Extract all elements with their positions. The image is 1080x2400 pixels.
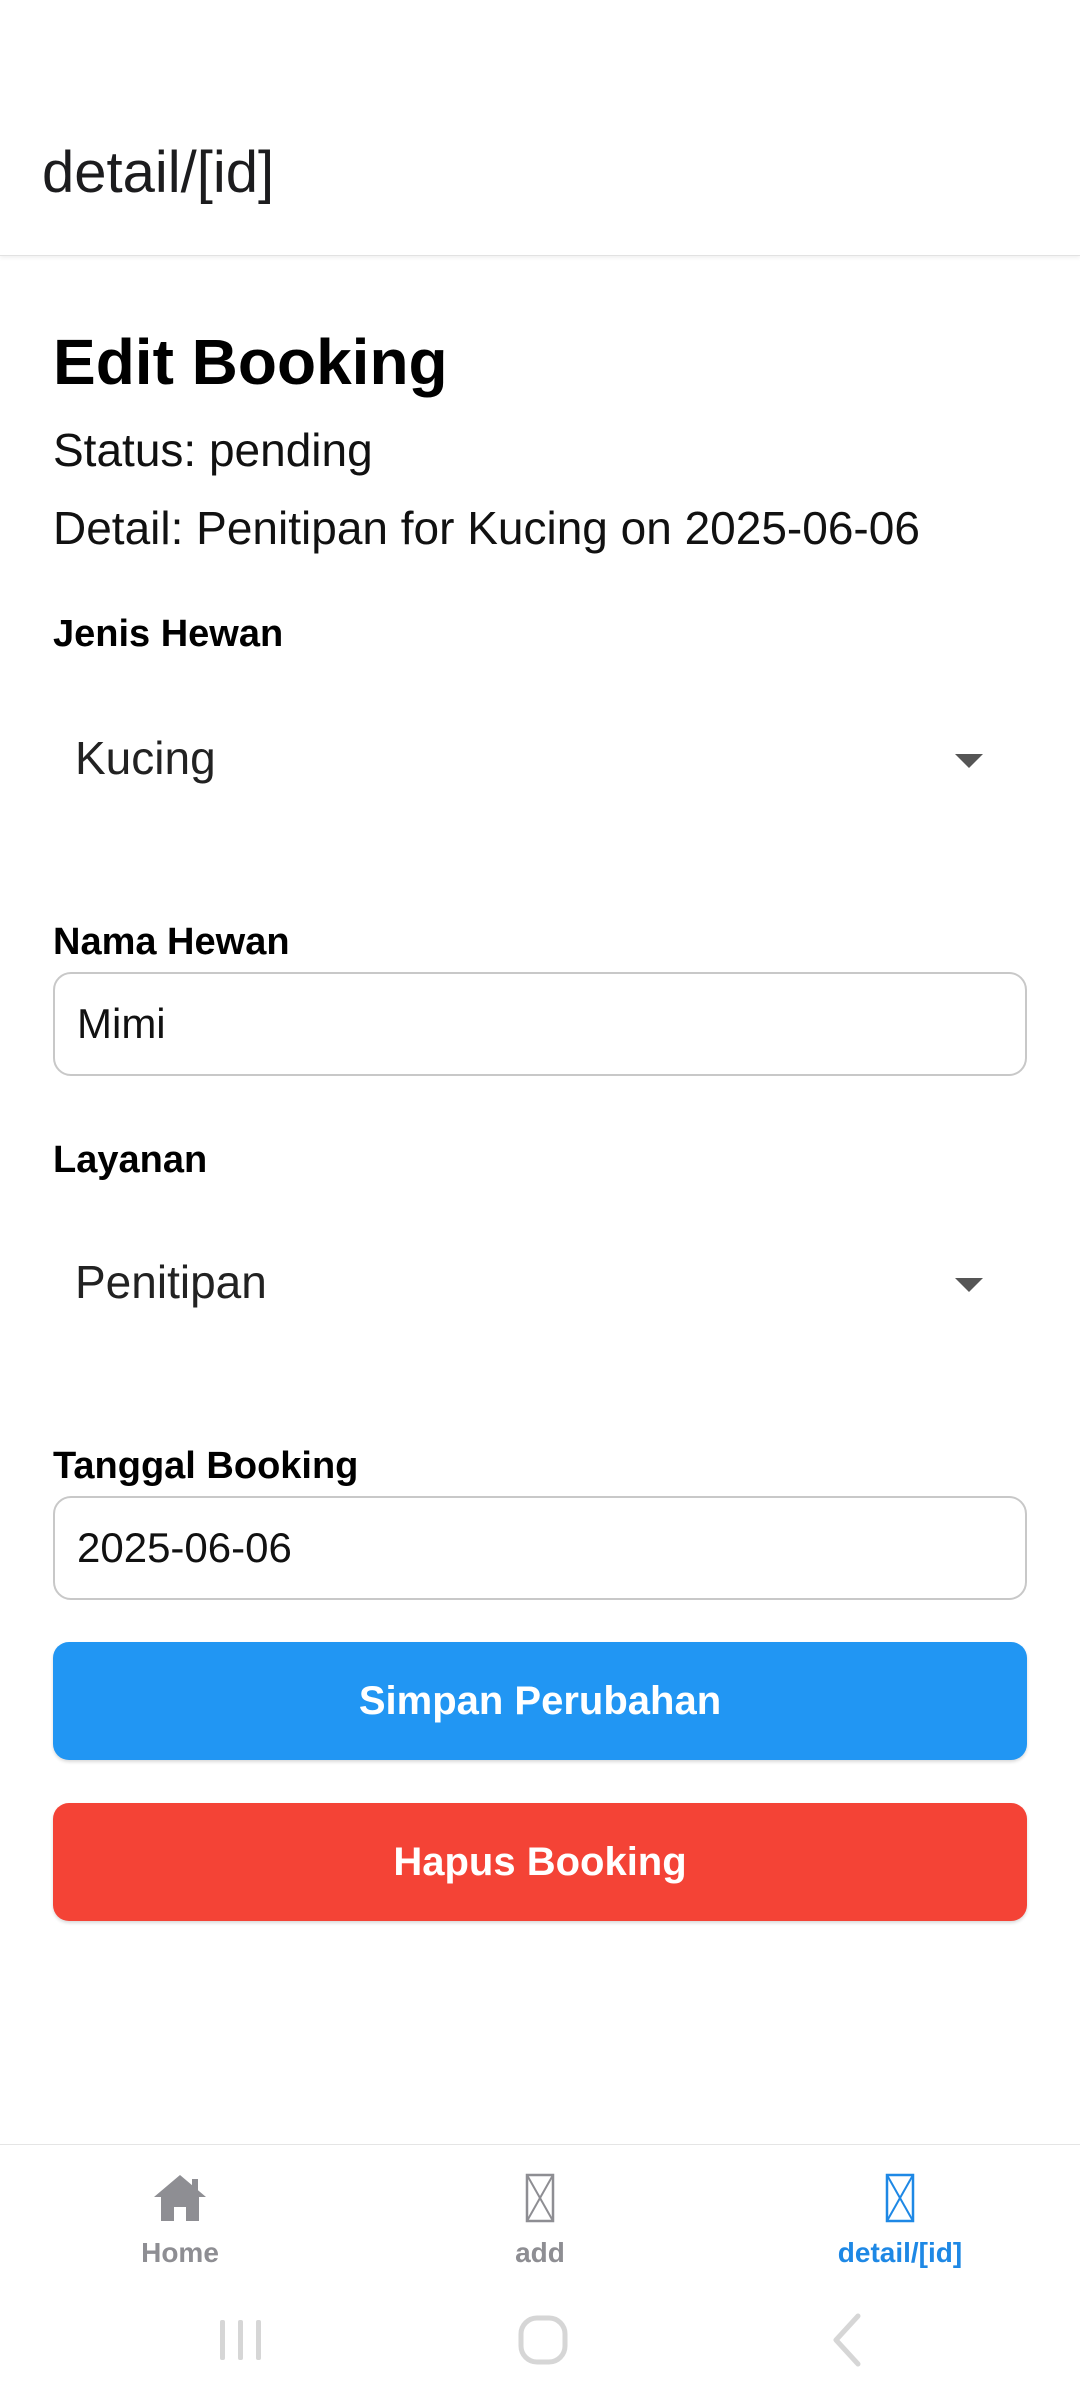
system-nav-bar xyxy=(0,2286,1080,2400)
dropdown-arrow-icon xyxy=(955,754,983,768)
tanggal-booking-input[interactable] xyxy=(53,1496,1027,1600)
layanan-label: Layanan xyxy=(53,1139,208,1181)
layanan-value: Penitipan xyxy=(75,1256,267,1308)
delete-booking-button[interactable]: Hapus Booking xyxy=(53,1803,1027,1921)
tanggal-booking-label: Tanggal Booking xyxy=(53,1445,359,1487)
home-icon xyxy=(154,2175,206,2221)
layanan-picker[interactable]: Penitipan xyxy=(53,1224,1027,1344)
tab-add[interactable]: add xyxy=(360,2145,720,2287)
tab-home-label: Home xyxy=(141,2237,219,2268)
header-title: detail/[id] xyxy=(42,140,275,205)
nama-hewan-label: Nama Hewan xyxy=(53,921,290,963)
tab-add-label: add xyxy=(515,2237,565,2268)
home-button-icon[interactable] xyxy=(508,2310,578,2370)
page-title: Edit Booking xyxy=(53,326,448,398)
tab-detail[interactable]: detail/[id] xyxy=(720,2145,1080,2287)
jenis-hewan-value: Kucing xyxy=(75,732,216,784)
back-icon[interactable] xyxy=(812,2310,882,2370)
jenis-hewan-picker[interactable]: Kucing xyxy=(53,700,1027,820)
missing-glyph-icon xyxy=(525,2173,555,2223)
dropdown-arrow-icon xyxy=(955,1278,983,1292)
bottom-tab-bar: Home add detail/[id] xyxy=(0,2144,1080,2286)
screen: detail/[id] Edit Booking Status: pending… xyxy=(0,0,1080,2400)
status-text: Status: pending xyxy=(53,424,373,476)
nama-hewan-input[interactable] xyxy=(53,972,1027,1076)
detail-text: Detail: Penitipan for Kucing on 2025-06-… xyxy=(53,502,920,554)
tab-home[interactable]: Home xyxy=(0,2145,360,2287)
tab-detail-label: detail/[id] xyxy=(837,2237,963,2268)
app-header: detail/[id] xyxy=(0,0,1080,256)
jenis-hewan-label: Jenis Hewan xyxy=(53,613,284,655)
save-changes-button[interactable]: Simpan Perubahan xyxy=(53,1642,1027,1760)
missing-glyph-icon xyxy=(885,2173,915,2223)
recent-apps-icon[interactable] xyxy=(206,2310,276,2370)
